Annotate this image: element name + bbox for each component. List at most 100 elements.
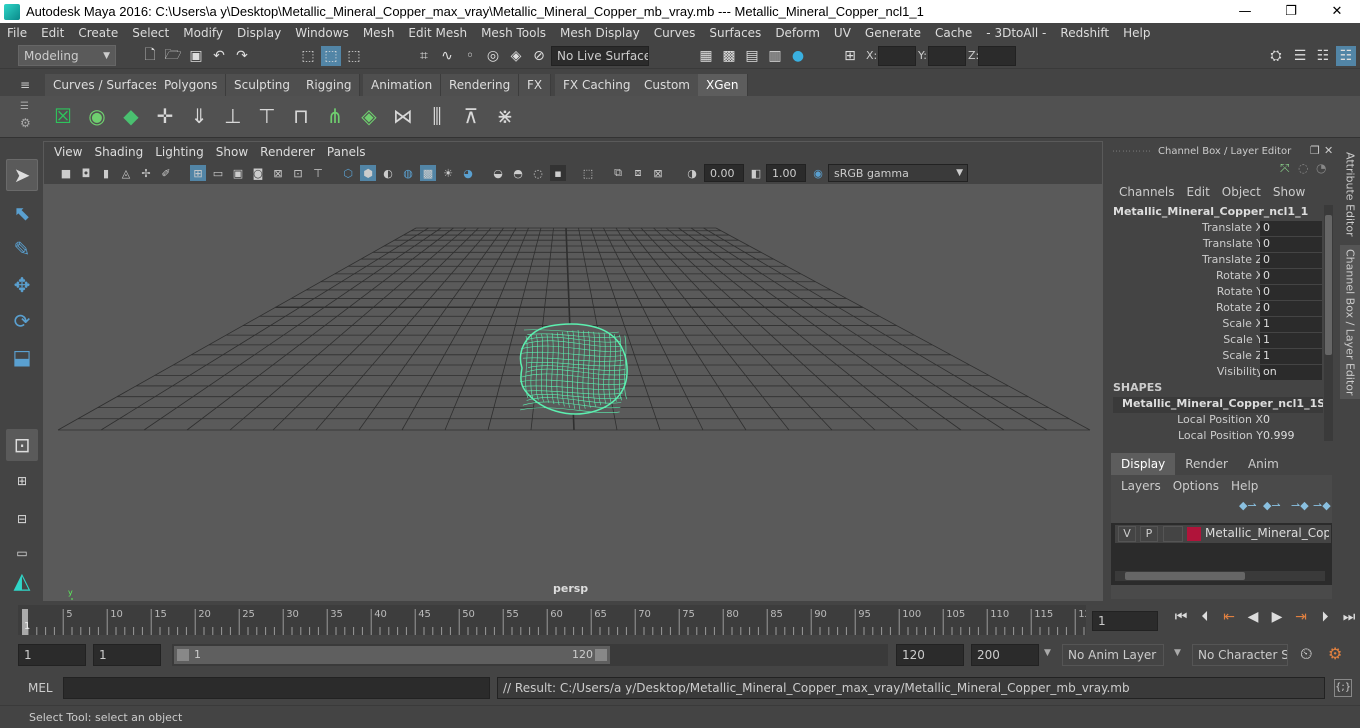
xgen-description-icon[interactable]: ◆ — [116, 100, 146, 132]
backface-culling-icon[interactable]: ⊠ — [650, 165, 666, 181]
menu-modify[interactable]: Modify — [176, 26, 230, 40]
close-panel-icon[interactable]: ✕ — [1324, 144, 1333, 157]
options-menu[interactable]: Options — [1167, 479, 1225, 493]
menu-create[interactable]: Create — [71, 26, 125, 40]
snap-surface-icon[interactable]: ◈ — [506, 46, 526, 66]
show-menu[interactable]: Show — [1267, 185, 1311, 201]
single-perspective-layout-icon[interactable]: ⊡ — [6, 429, 38, 461]
shadows-icon[interactable]: ☀ — [440, 165, 456, 181]
minimize-button[interactable]: — — [1222, 0, 1268, 23]
xgen-cut-icon[interactable]: ⊼ — [456, 100, 486, 132]
go-to-end-icon[interactable]: ⏭ — [1338, 609, 1360, 625]
two-d-pan-icon[interactable]: ✢ — [138, 165, 154, 181]
xgen-insert-guide-icon[interactable]: ⊥ — [218, 100, 248, 132]
menu-edit[interactable]: Edit — [34, 26, 71, 40]
transform-mode-icon[interactable]: ⊞ — [840, 46, 860, 66]
use-all-lights-icon[interactable]: ▩ — [420, 165, 436, 181]
grid-toggle-icon[interactable]: ⊞ — [190, 165, 206, 181]
render-current-icon[interactable]: ▦ — [696, 46, 716, 66]
two-view-layout-icon[interactable]: ⊟ — [6, 503, 38, 535]
character-set-dropdown[interactable]: No Character Set — [1192, 644, 1288, 666]
layer-color-swatch[interactable] — [1187, 527, 1201, 541]
layer-hscrollbar[interactable] — [1115, 571, 1325, 581]
xgen-clump-icon[interactable]: ⋈ — [388, 100, 418, 132]
channel-box-toggle-icon[interactable]: ☷ — [1336, 46, 1356, 66]
tab-rigging[interactable]: Rigging — [298, 74, 361, 96]
close-button[interactable]: ✕ — [1314, 0, 1360, 23]
step-back-key-icon[interactable]: ⏴ — [1194, 609, 1216, 625]
image-plane-icon[interactable]: ◬ — [118, 165, 134, 181]
four-view-layout-icon[interactable]: ⊞ — [6, 465, 38, 497]
channel-scale-z[interactable]: Scale Z1 — [1108, 349, 1328, 365]
channel-translate-y[interactable]: Translate Y0 — [1108, 237, 1328, 253]
live-surface-field[interactable]: No Live Surface — [551, 46, 649, 66]
snap-live-icon[interactable]: ⊘ — [529, 46, 549, 66]
snap-view-icon[interactable]: ◎ — [483, 46, 503, 66]
xgen-delete-icon[interactable]: ⋇ — [490, 100, 520, 132]
hypershade-icon[interactable]: ● — [788, 46, 808, 66]
depth-of-field-icon[interactable]: ◌ — [530, 165, 546, 181]
viewport-menu-panels[interactable]: Panels — [321, 145, 372, 159]
tab-custom[interactable]: Custom — [636, 74, 699, 96]
channel-local-position-x[interactable]: Local Position X0 — [1108, 413, 1328, 429]
layer-help-menu[interactable]: Help — [1225, 479, 1264, 493]
menu-edit-mesh[interactable]: Edit Mesh — [401, 26, 474, 40]
move-layer-up-icon[interactable]: ⇀◆ — [1291, 499, 1309, 512]
key-icon[interactable]: ◌ — [1298, 161, 1308, 175]
maya-home-icon[interactable]: ◭ — [6, 565, 38, 597]
snap-grid-icon[interactable]: ⌗ — [414, 46, 434, 66]
layer-playback-toggle[interactable]: P — [1140, 526, 1158, 542]
safe-title-icon[interactable]: ⊤ — [310, 165, 326, 181]
new-scene-icon[interactable]: 🗋 — [140, 46, 160, 66]
select-object-icon[interactable]: ⬚ — [321, 46, 341, 66]
xgen-add-guide-icon[interactable]: ✛ — [150, 100, 180, 132]
channel-translate-x[interactable]: Translate X0 — [1108, 221, 1328, 237]
playback-end-field[interactable]: 120 — [896, 644, 964, 666]
script-editor-icon[interactable]: {;} — [1334, 679, 1352, 697]
menu-generate[interactable]: Generate — [858, 26, 928, 40]
scale-tool-icon[interactable]: ⬓ — [6, 341, 38, 373]
mode-selector[interactable]: Modeling ▼ — [18, 45, 116, 66]
move-tool-icon[interactable]: ✥ — [6, 269, 38, 301]
z-coordinate-field[interactable] — [978, 46, 1016, 66]
menu-display[interactable]: Display — [230, 26, 288, 40]
tab-fx-caching[interactable]: FX Caching — [555, 74, 640, 96]
channel-rotate-z[interactable]: Rotate Z0 — [1108, 301, 1328, 317]
channel-visibility[interactable]: Visibility on — [1108, 365, 1328, 381]
shelf-collapse-icon[interactable]: ☰ — [20, 101, 29, 112]
menu-redshift[interactable]: Redshift — [1053, 26, 1116, 40]
wireframe-on-shaded-icon[interactable]: ◐ — [380, 165, 396, 181]
float-panel-icon[interactable]: ❐ — [1310, 144, 1320, 157]
select-hierarchy-icon[interactable]: ⬚ — [298, 46, 318, 66]
gamma-icon[interactable]: ◧ — [748, 165, 764, 181]
attribute-editor-toggle-icon[interactable]: ☷ — [1313, 46, 1333, 66]
tab-sculpting[interactable]: Sculpting — [226, 74, 300, 96]
animation-preferences-icon[interactable]: ⚙ — [1328, 644, 1342, 663]
tab-channel-box-layer-editor[interactable]: Channel Box / Layer Editor — [1340, 245, 1360, 399]
anim-layer-dropdown[interactable]: No Anim Layer — [1062, 644, 1164, 666]
xgen-comb-icon[interactable]: ⫼ — [422, 100, 452, 132]
layer-hscroll-thumb[interactable] — [1125, 572, 1245, 580]
play-forward-icon[interactable]: ▶ — [1266, 609, 1288, 625]
select-component-icon[interactable]: ⬚ — [344, 46, 364, 66]
tab-xgen[interactable]: XGen — [698, 74, 748, 96]
playback-start-field[interactable]: 1 — [93, 644, 161, 666]
gamma-field[interactable]: 1.00 — [766, 164, 806, 182]
paint-select-tool-icon[interactable]: ✎ — [6, 233, 38, 265]
smooth-shade-icon[interactable]: ⬢ — [360, 165, 376, 181]
color-management-icon[interactable]: ◉ — [810, 165, 826, 181]
lasso-tool-icon[interactable]: ⬉ — [6, 197, 38, 229]
menu-mesh[interactable]: Mesh — [356, 26, 402, 40]
channel-box-scrollbar[interactable] — [1324, 205, 1333, 441]
menu-mesh-display[interactable]: Mesh Display — [553, 26, 647, 40]
layer-visibility-toggle[interactable]: V — [1118, 526, 1136, 542]
snap-point-icon[interactable]: ◦ — [460, 46, 480, 66]
grease-pencil-icon[interactable]: ✐ — [158, 165, 174, 181]
film-gate-icon[interactable]: ▭ — [210, 165, 226, 181]
viewport-menu-renderer[interactable]: Renderer — [254, 145, 321, 159]
menu-3dtoall[interactable]: - 3DtoAll - — [979, 26, 1053, 40]
go-to-start-icon[interactable]: ⏮ — [1170, 609, 1192, 625]
animation-end-field[interactable]: 200 — [971, 644, 1039, 666]
channel-scale-x[interactable]: Scale X1 — [1108, 317, 1328, 333]
viewport-3d[interactable]: y x z persp — [44, 184, 1102, 600]
